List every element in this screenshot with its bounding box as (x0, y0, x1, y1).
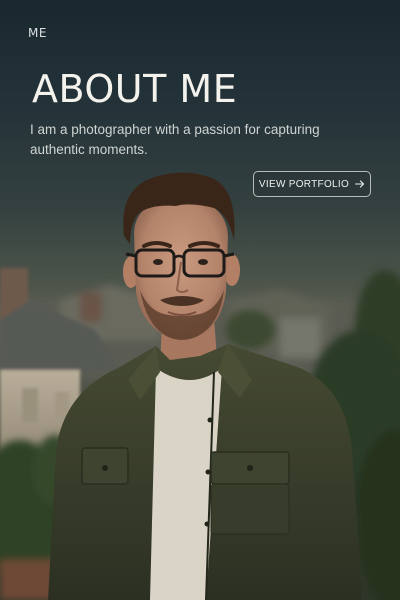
about-page: ME ABOUT ME I am a photographer with a p… (0, 0, 400, 600)
view-portfolio-button[interactable]: VIEW PORTFOLIO (253, 171, 371, 197)
nav-logo[interactable]: ME (28, 26, 47, 40)
intro-text: I am a photographer with a passion for c… (30, 122, 320, 157)
arrow-right-icon (355, 180, 365, 188)
view-portfolio-label: VIEW PORTFOLIO (258, 178, 350, 190)
page-title: ABOUT ME (32, 67, 238, 111)
